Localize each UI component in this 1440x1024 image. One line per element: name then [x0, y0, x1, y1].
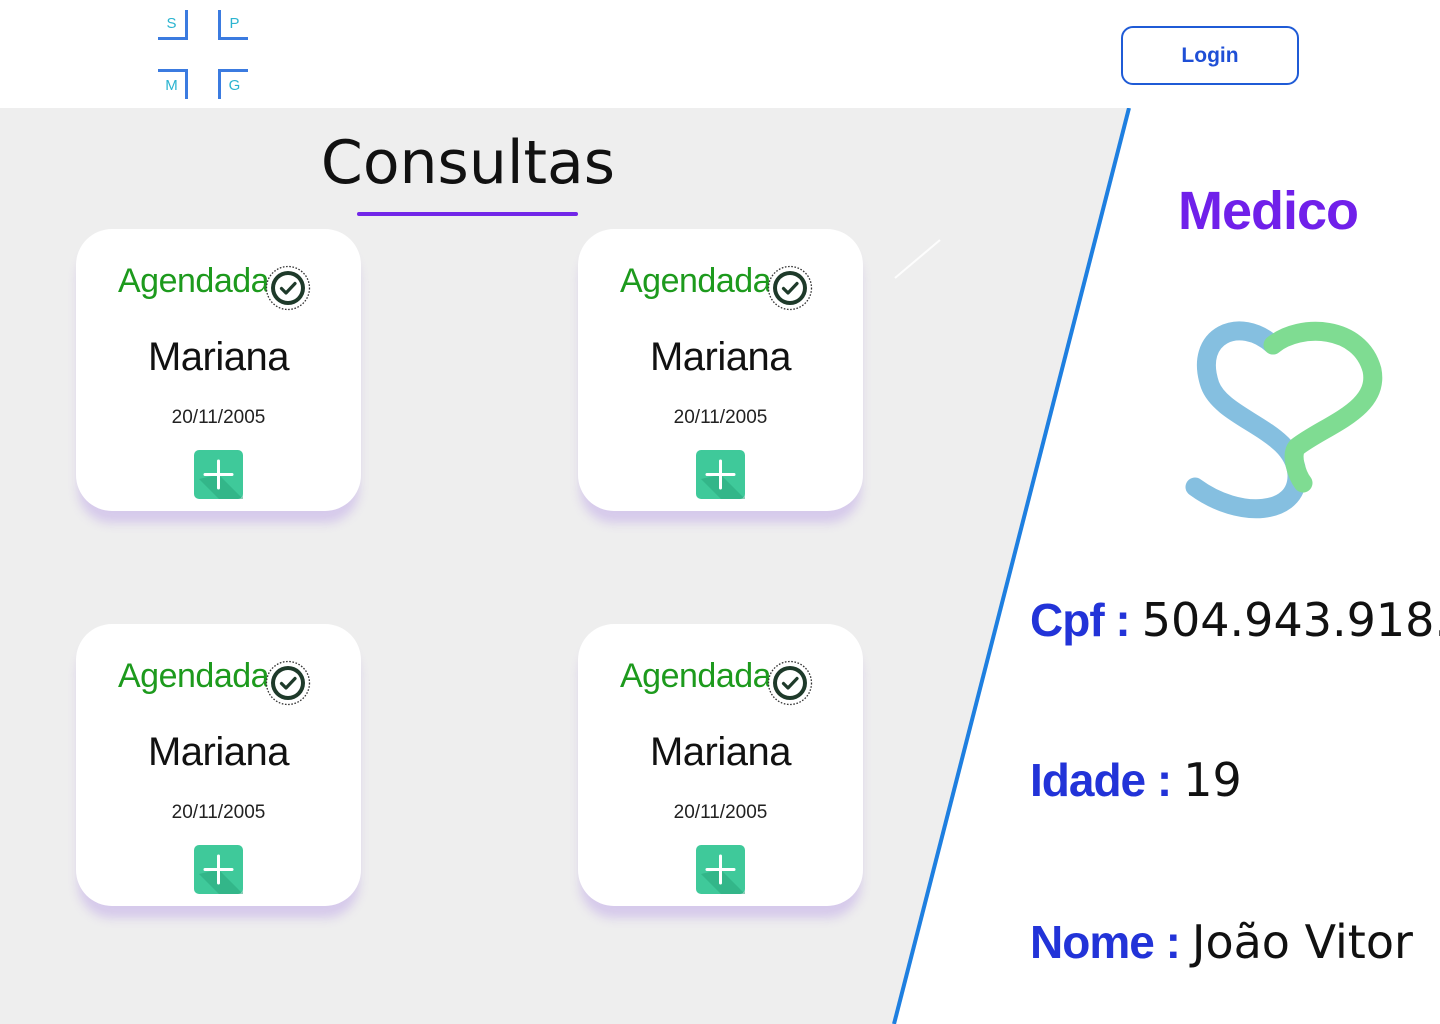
- appointment-status: Agendada: [118, 657, 270, 695]
- heart-s-logo-icon: [1185, 321, 1383, 519]
- appointment-status: Agendada: [118, 262, 270, 300]
- patient-name: Mariana: [147, 335, 290, 379]
- cpf-label: Cpf :: [1030, 594, 1131, 646]
- nome-label: Nome :: [1030, 916, 1181, 968]
- check-circle-icon: [265, 265, 311, 311]
- check-circle-icon: [265, 660, 311, 706]
- appointment-card[interactable]: Agendada Mariana 20/11/2005: [76, 229, 361, 511]
- appointment-card[interactable]: Agendada Mariana 20/11/2005: [578, 624, 863, 906]
- patient-name: Mariana: [649, 730, 792, 774]
- appointment-card[interactable]: Agendada Mariana 20/11/2005: [76, 624, 361, 906]
- plus-icon[interactable]: [696, 845, 745, 894]
- check-circle-icon: [767, 265, 813, 311]
- page-title: Consultas: [320, 128, 616, 198]
- nome-row: Nome : João Vitor: [1030, 915, 1413, 969]
- user-role-title: Medico: [1177, 181, 1359, 241]
- appointment-date: 20/11/2005: [171, 407, 266, 428]
- logo-letter-p: P: [218, 10, 248, 40]
- header: S P M G Login: [0, 0, 1440, 108]
- appointment-date: 20/11/2005: [673, 407, 768, 428]
- appointment-card[interactable]: Agendada Mariana 20/11/2005: [578, 229, 863, 511]
- appointment-status: Agendada: [620, 262, 772, 300]
- patient-name: Mariana: [147, 730, 290, 774]
- logo-letter-m: M: [158, 69, 188, 99]
- nome-value: João Vitor: [1191, 915, 1413, 969]
- logo-letter-s: S: [158, 10, 188, 40]
- appointment-date: 20/11/2005: [171, 802, 266, 823]
- idade-label: Idade :: [1030, 754, 1172, 806]
- idade-row: Idade : 19: [1030, 753, 1242, 807]
- check-circle-icon: [767, 660, 813, 706]
- appointment-status: Agendada: [620, 657, 772, 695]
- cpf-value: 504.943.918.39: [1141, 593, 1440, 647]
- idade-value: 19: [1183, 753, 1242, 807]
- plus-icon[interactable]: [194, 450, 243, 499]
- app-logo[interactable]: S P M G: [155, 8, 255, 103]
- cpf-row: Cpf : 504.943.918.39: [1030, 593, 1440, 647]
- plus-icon[interactable]: [194, 845, 243, 894]
- title-underline: [357, 212, 578, 216]
- login-button[interactable]: Login: [1121, 26, 1299, 85]
- plus-icon[interactable]: [696, 450, 745, 499]
- logo-letter-g: G: [218, 69, 248, 99]
- patient-name: Mariana: [649, 335, 792, 379]
- appointment-date: 20/11/2005: [673, 802, 768, 823]
